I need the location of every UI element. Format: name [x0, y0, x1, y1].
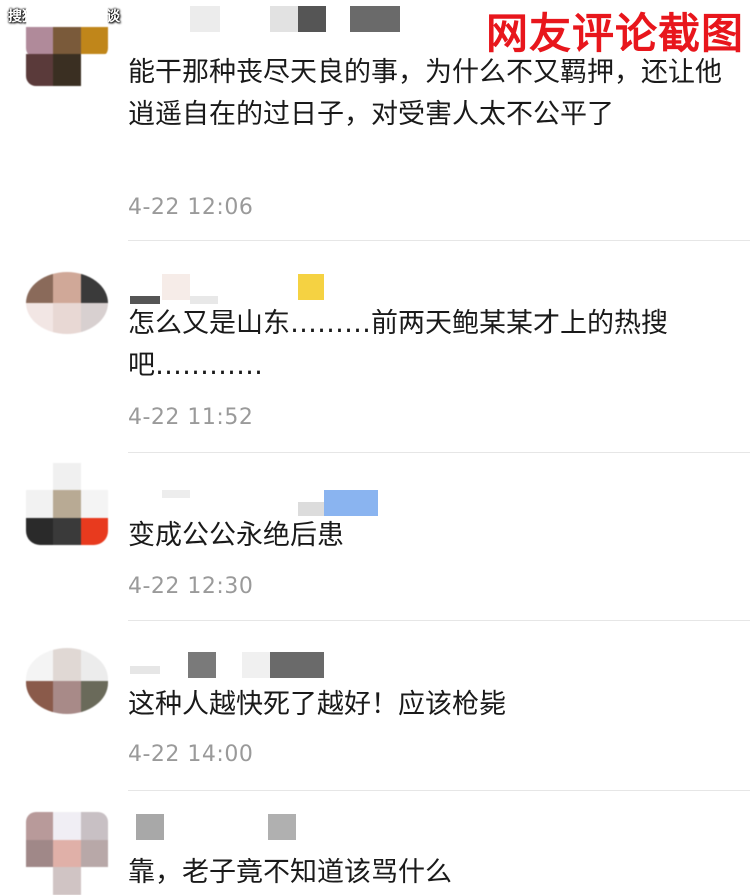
avatar-lower — [26, 54, 108, 86]
avatar[interactable] — [26, 812, 108, 895]
avatar[interactable] — [26, 463, 108, 545]
divider — [128, 452, 750, 453]
comment-time: 4-22 12:30 — [128, 574, 254, 599]
avatar[interactable] — [26, 0, 108, 58]
divider — [128, 620, 750, 621]
username-mosaic[interactable] — [130, 814, 300, 840]
avatar[interactable] — [26, 272, 108, 334]
username-mosaic[interactable] — [130, 490, 380, 516]
comment-text: 怎么又是山东………前两天鲍某某才上的热搜吧………… — [128, 308, 668, 381]
comment-text: 靠，老子竟不知道该骂什么 — [128, 857, 452, 888]
comment-time: 4-22 14:00 — [128, 742, 254, 767]
comment-time: 4-22 12:06 — [128, 195, 254, 220]
comment-text: 这种人越快死了越好！应该枪毙 — [128, 689, 506, 720]
username-mosaic[interactable] — [130, 274, 360, 304]
comment-time: 4-22 11:52 — [128, 405, 254, 430]
comment-text: 能干那种丧尽天良的事，为什么不又羁押，还让他逍遥自在的过日子，对受害人太不公平了 — [128, 57, 722, 130]
avatar[interactable] — [26, 648, 108, 714]
divider — [128, 240, 750, 241]
divider — [128, 790, 750, 791]
comment-text: 变成公公永绝后患 — [128, 520, 344, 551]
username-mosaic[interactable] — [130, 652, 330, 678]
username-mosaic[interactable] — [130, 6, 450, 32]
